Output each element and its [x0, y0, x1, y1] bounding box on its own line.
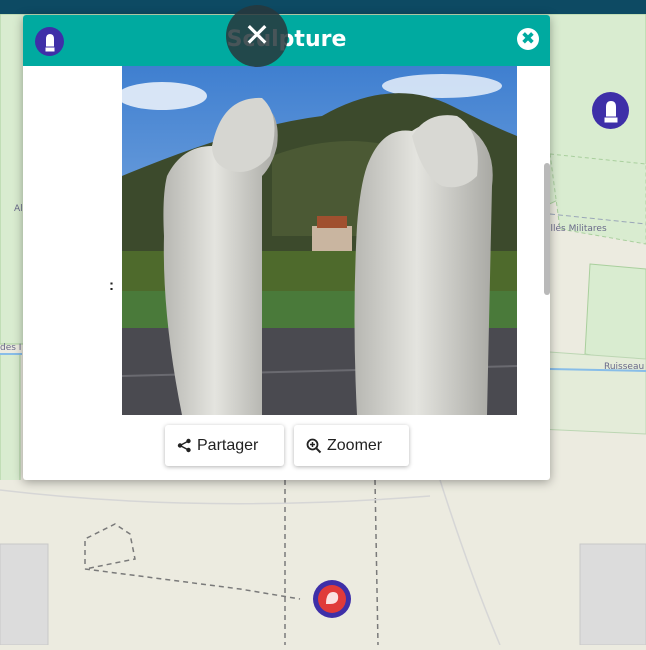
share-button[interactable]: Partager: [165, 425, 284, 466]
zoom-label: Zoomer: [327, 436, 383, 454]
popup-scrollbar[interactable]: [544, 163, 550, 295]
map-stream-label: Ruisseau: [604, 362, 645, 372]
map-street-label: allés Militares: [545, 224, 607, 234]
share-icon: [177, 438, 192, 453]
share-label: Partager: [197, 436, 259, 454]
top-bar: [0, 0, 646, 14]
sculpture-photo[interactable]: [122, 66, 517, 415]
detail-separator: :: [109, 277, 114, 294]
sculpture-popup: Sculpture ✖: [23, 15, 550, 480]
zoom-button[interactable]: Zoomer: [294, 425, 409, 466]
close-popup-button[interactable]: ✖: [517, 28, 539, 50]
zoom-in-icon: [306, 438, 322, 454]
sculpture-marker-icon[interactable]: [313, 580, 351, 618]
map-street-label-left: Al: [14, 204, 23, 214]
statue-marker-icon[interactable]: [592, 92, 629, 129]
close-overlay-button[interactable]: ✕: [226, 5, 288, 67]
map-street-label-mid: des I: [0, 343, 22, 353]
